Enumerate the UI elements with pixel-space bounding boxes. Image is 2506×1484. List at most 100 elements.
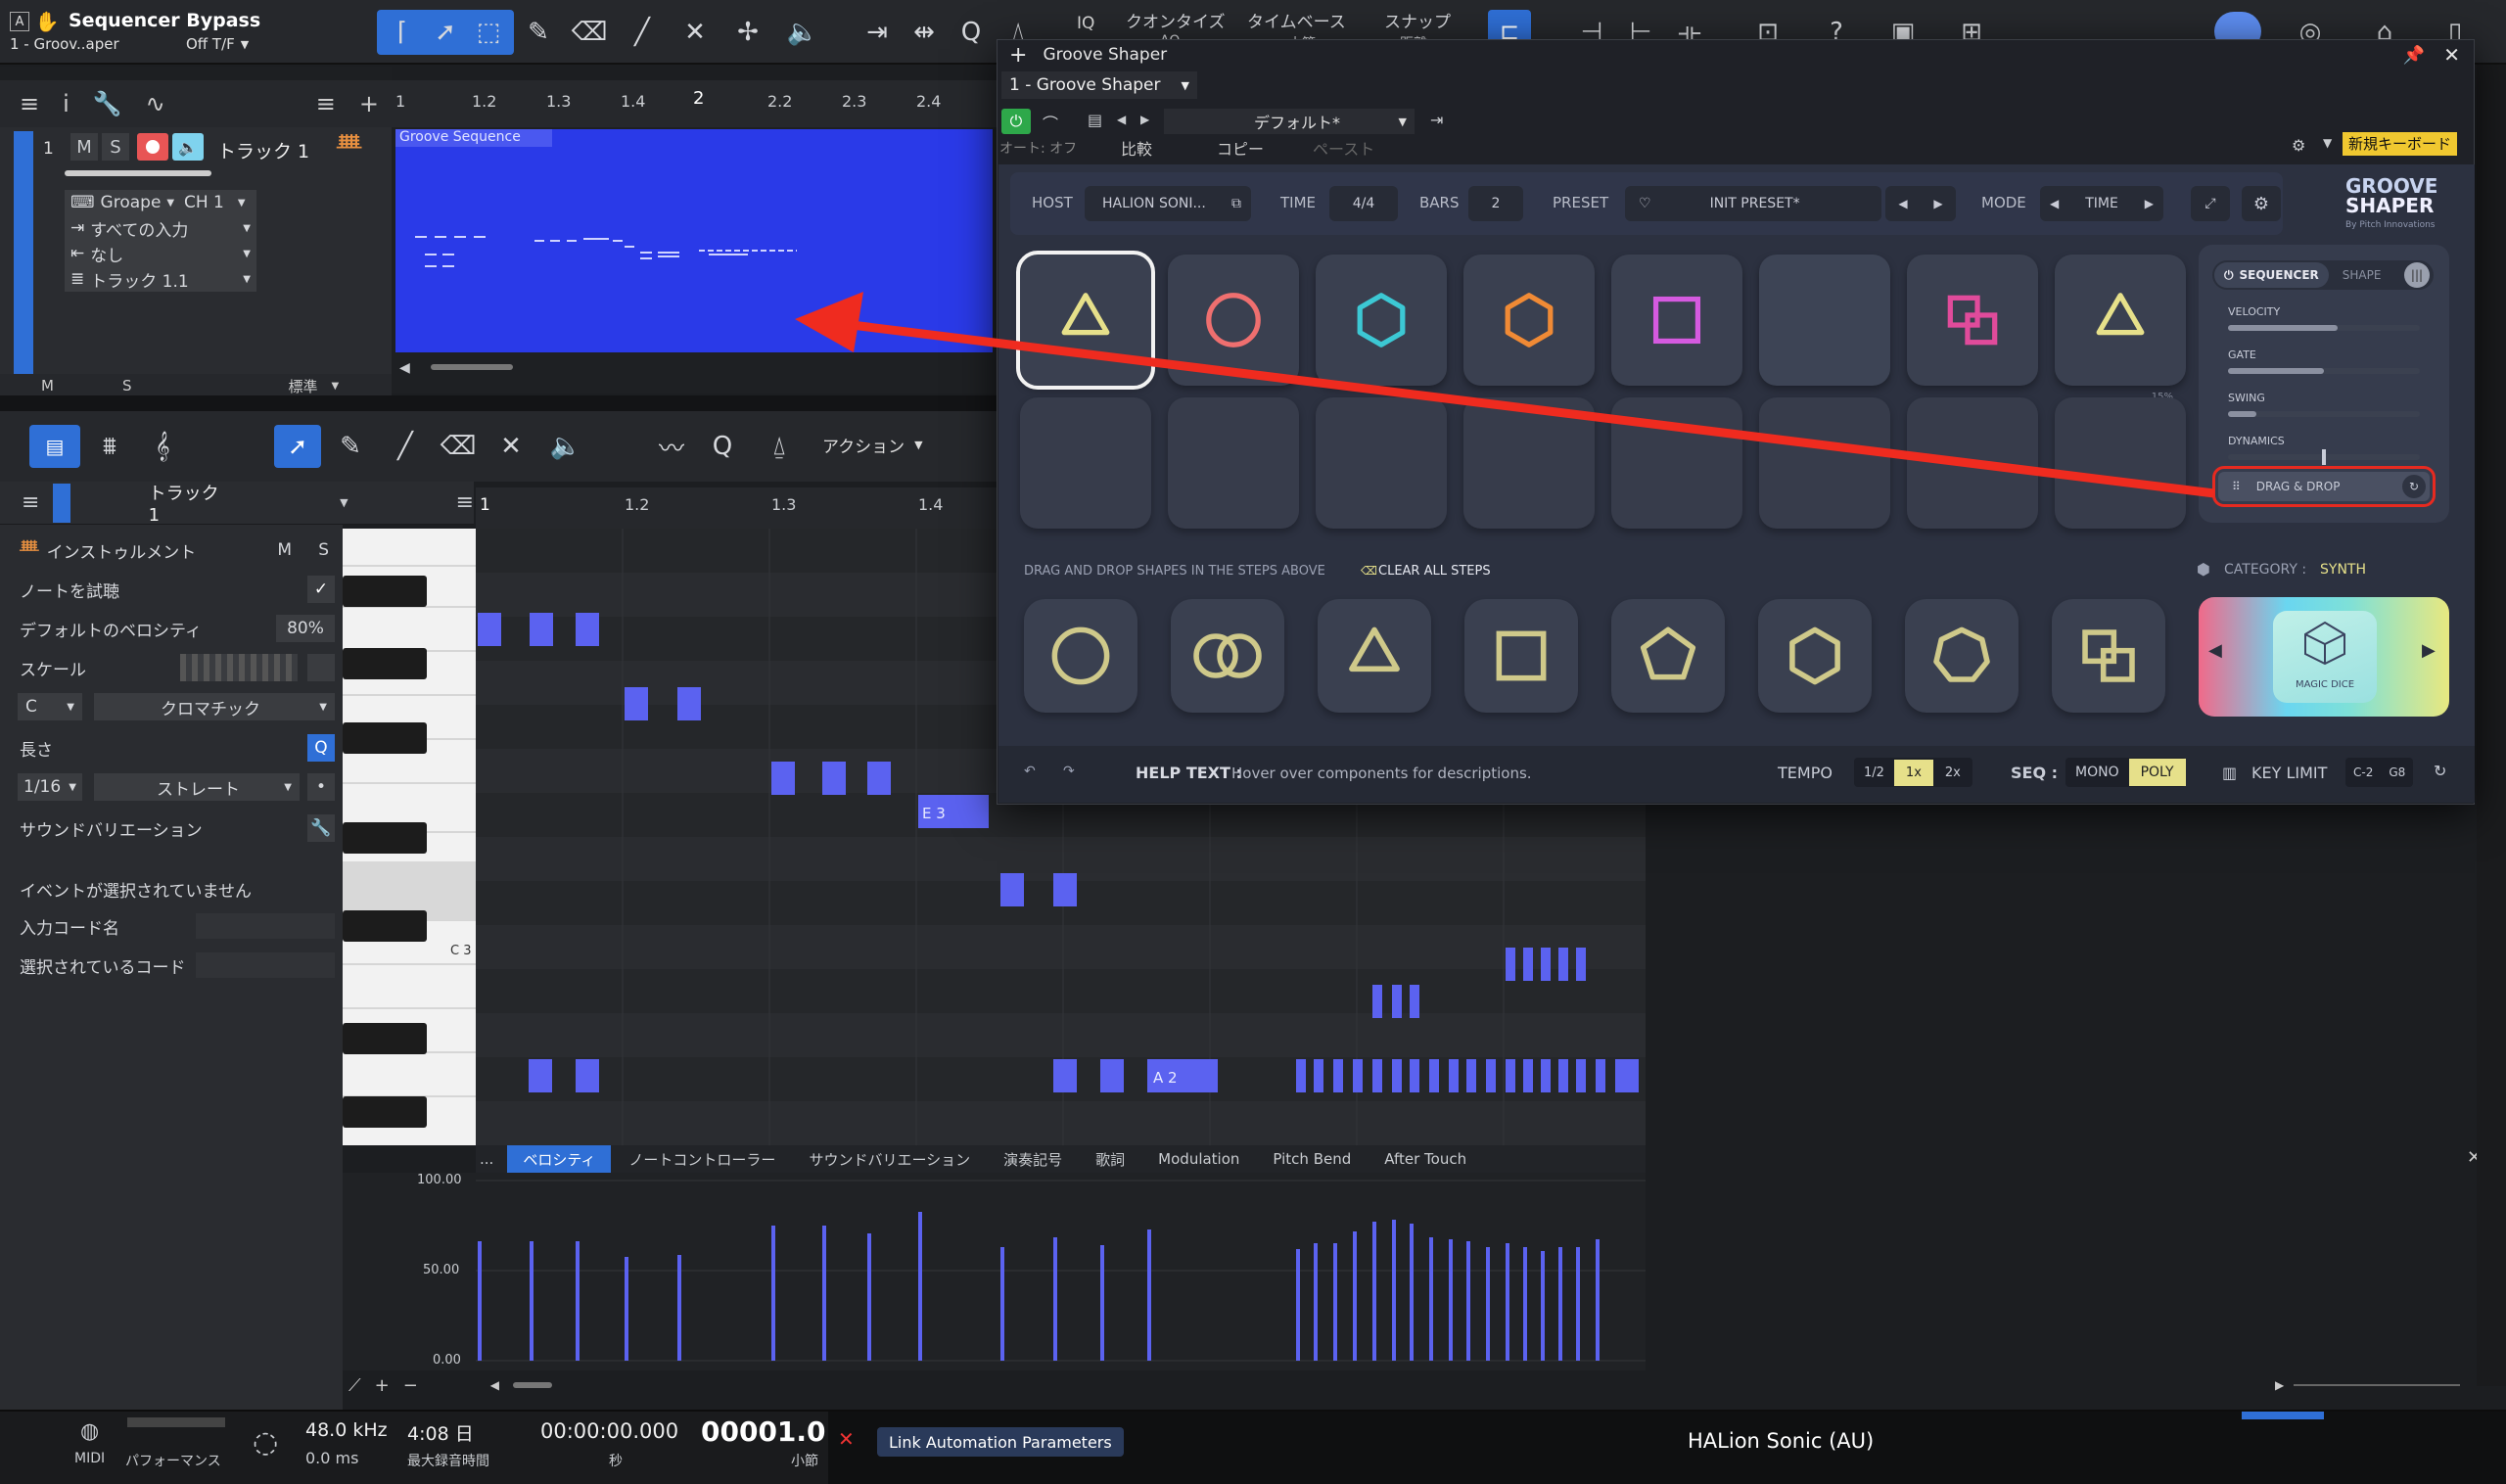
magic-dice-button[interactable]: MAGIC DICE [2273, 611, 2377, 703]
time-select[interactable]: 4/4 [1329, 186, 1398, 221]
seq-shape-toggle[interactable]: ⏻ SEQUENCER SHAPE ||| [2212, 260, 2434, 290]
tab-modulation[interactable]: Modulation [1158, 1150, 1239, 1168]
copy-button[interactable]: コピー [1217, 136, 1264, 160]
heart-icon[interactable]: ♡ [1639, 196, 1651, 211]
refresh-icon[interactable]: ↻ [2402, 475, 2426, 498]
step-pad-empty[interactable] [1907, 397, 2038, 529]
redo-icon[interactable]: ↷ [1063, 764, 1075, 779]
param-slider[interactable] [2228, 325, 2420, 331]
off-tf-select[interactable]: Off T/F ▼ [186, 35, 249, 53]
category-value[interactable]: SYNTH [2320, 562, 2366, 578]
tempo-half[interactable]: 1/2 [1854, 765, 1894, 780]
output-select[interactable]: ⇤ なし ▼ [65, 241, 256, 266]
seq-poly[interactable]: POLY [2128, 759, 2186, 786]
scroll-thumb[interactable] [513, 1382, 553, 1388]
prev-icon[interactable]: ◀ [2050, 197, 2059, 210]
velocity-lane[interactable]: 100.00 50.00 0.00 [343, 1173, 1646, 1373]
editor-track-name[interactable]: トラック 1 [149, 480, 232, 526]
step-pad-empty[interactable] [1316, 397, 1447, 529]
arrow-tool-icon[interactable]: ➚ [424, 11, 467, 54]
instrument-solo-button[interactable]: S [318, 540, 329, 560]
paste-button[interactable]: ペースト [1313, 136, 1374, 160]
piano-keyboard[interactable]: C 3 [343, 529, 476, 1145]
zoom-in-icon[interactable]: + [375, 1375, 390, 1396]
action-menu[interactable]: アクション ▼ [822, 433, 923, 457]
tab-after-touch[interactable]: After Touch [1384, 1150, 1466, 1168]
prev-preset-icon[interactable]: ◀ [1117, 113, 1126, 126]
param-slider[interactable] [2228, 449, 2420, 465]
metronome-icon[interactable]: ⍙ [758, 425, 801, 468]
snap-label[interactable]: スナップ [1384, 8, 1451, 32]
tempo-2x[interactable]: 2x [1933, 765, 1972, 780]
undo-icon[interactable]: ↶ [1024, 764, 1036, 779]
preset-select[interactable]: デフォルト* ▼ [1164, 109, 1415, 134]
dice-next-icon[interactable]: ▶ [2422, 640, 2436, 661]
hand-icon[interactable]: ✋ [35, 10, 60, 33]
step-pad[interactable] [2055, 255, 2186, 386]
step-pad[interactable] [1611, 255, 1742, 386]
range-icon[interactable]: ⌈ [381, 11, 424, 54]
audition-icon[interactable]: 〰 [650, 425, 693, 468]
mute-tool-icon[interactable]: ✕ [489, 425, 533, 468]
velocity-input[interactable]: 80% [276, 615, 335, 642]
tab-shape[interactable]: SHAPE [2343, 268, 2382, 282]
monitor-button[interactable]: 🔈 [172, 133, 204, 161]
length-select[interactable]: 1/16 ▼ [18, 773, 82, 801]
automation-icon[interactable]: ∿ [146, 90, 165, 117]
step-pad-empty[interactable] [1759, 397, 1890, 529]
scale-keyboard[interactable] [180, 654, 298, 681]
search-icon[interactable]: Q [701, 425, 744, 468]
record-button[interactable] [137, 133, 168, 161]
track-header[interactable]: 1 M S 🔈 トラック 1 ᚙ ⌨ Groape ▼ CH 1 ▼ ⇥ すべての入力 ▼… [0, 127, 392, 384]
palette-shape-circle[interactable] [1024, 599, 1137, 713]
palette-shape-hexagon[interactable] [1758, 599, 1872, 713]
seq-mono[interactable]: MONO [2065, 765, 2129, 780]
export-icon[interactable]: ⇥ [1430, 111, 1443, 129]
chevron-down-icon[interactable]: ▼ [2323, 136, 2332, 150]
wrench-icon[interactable]: 🔧 [93, 90, 122, 117]
arrange-scroll[interactable]: ◀ [395, 354, 993, 384]
next-icon[interactable]: ▶ [2145, 197, 2154, 210]
mode-a-icon[interactable]: A [10, 12, 29, 31]
select-tool-icon[interactable]: ⬚ [467, 11, 510, 54]
expand-icon[interactable]: ⤢ [2191, 186, 2230, 221]
power-icon[interactable]: ⏻ [1001, 109, 1031, 134]
seq-mode-selector[interactable]: MONO POLY [2065, 758, 2186, 787]
pencil-icon[interactable]: ✎ [329, 425, 372, 468]
drag-drop-button[interactable]: ⠿ DRAG & DROP ↻ [2212, 466, 2436, 507]
step-pad-empty[interactable] [2055, 397, 2186, 529]
step-pad-empty[interactable] [1020, 397, 1151, 529]
copy-icon[interactable]: ⧉ [1231, 196, 1241, 211]
timestretch-icon[interactable]: ⇹ [903, 11, 946, 54]
quantize-label[interactable]: クオンタイズ [1126, 8, 1226, 32]
pencil-icon[interactable]: ✎ [517, 11, 560, 54]
zoom-track[interactable] [2294, 1384, 2461, 1386]
timebase-label[interactable]: タイムベース [1247, 8, 1346, 32]
clear-steps-icon[interactable]: ⌫ [1361, 564, 1377, 578]
groove-sequence-event[interactable]: Groove Sequence [395, 129, 993, 352]
step-pad[interactable] [1168, 255, 1299, 386]
step-pad[interactable] [1316, 255, 1447, 386]
tab-velocity[interactable]: ベロシティ [507, 1144, 612, 1174]
step-pad[interactable] [1016, 251, 1155, 390]
search-icon[interactable]: Q [950, 11, 993, 54]
param-slider[interactable] [2228, 411, 2420, 417]
gs-preset-select[interactable]: ♡ INIT PRESET* [1625, 186, 1881, 221]
arrow-tool-icon[interactable]: ➚ [274, 425, 321, 468]
scale-toggle[interactable] [307, 654, 335, 681]
preset-nav[interactable]: ◀ ▶ [1885, 186, 1956, 221]
host-select[interactable]: HALION SONI... ⧉ [1085, 186, 1251, 221]
mute-tool-icon[interactable]: ✕ [673, 11, 717, 54]
mode-select[interactable]: ◀ TIME ▶ [2040, 186, 2163, 221]
step-pad[interactable] [1907, 255, 2038, 386]
dot-icon[interactable]: • [307, 773, 335, 801]
volume-slider[interactable] [65, 170, 211, 176]
footer-solo[interactable]: S [122, 377, 132, 394]
palette-shape-pentagon[interactable] [1611, 599, 1725, 713]
scroll-left-icon[interactable]: ◀ [399, 360, 410, 376]
paint-icon[interactable]: ╱ [621, 11, 664, 54]
paint-icon[interactable]: ╱ [384, 425, 427, 468]
gs-settings-icon[interactable]: ⚙ [2242, 186, 2281, 221]
close-icon[interactable]: ✕ [838, 1427, 855, 1451]
dice-prev-icon[interactable]: ◀ [2208, 640, 2222, 661]
